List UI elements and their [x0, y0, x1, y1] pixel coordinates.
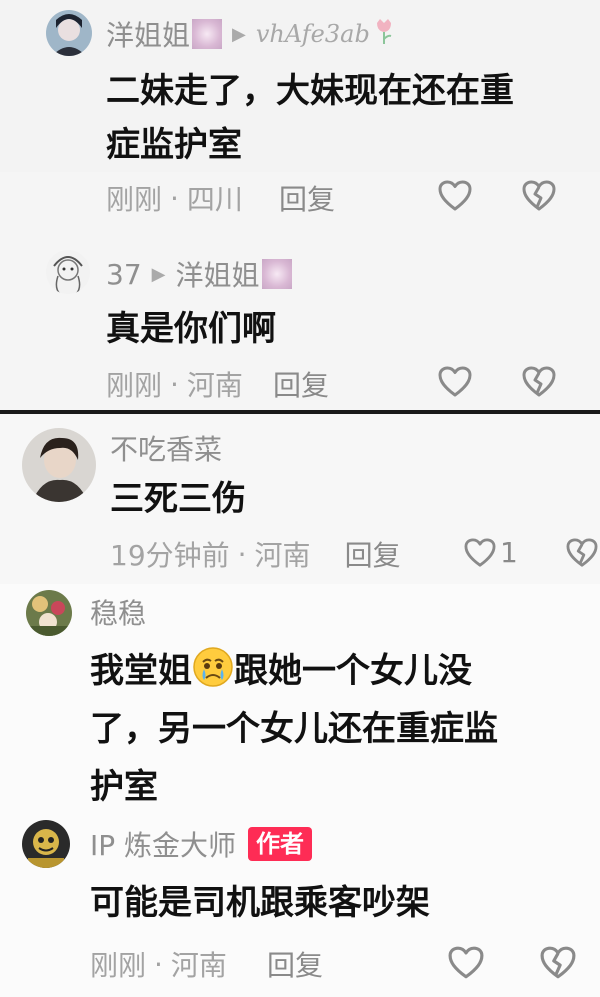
avatar[interactable] — [46, 250, 90, 294]
avatar[interactable] — [46, 10, 92, 56]
timestamp: 刚刚 — [106, 369, 163, 402]
separator-dot: · — [170, 367, 179, 401]
comment-item: 洋姐姐 ▶ vhAfe3ab 二妹走了，大妹现在还在重 症监护室 刚刚 · 四川… — [0, 0, 600, 216]
comment-meta: 19分钟前 · 河南 回复 — [110, 534, 401, 574]
comment-text: 我堂姐 跟她一个女儿没 了，另一个女儿还在重症监 护室 — [90, 642, 570, 816]
reply-button[interactable]: 回复 — [345, 534, 401, 574]
name-decoration-image — [192, 19, 223, 49]
top-screenshot-section: 洋姐姐 ▶ vhAfe3ab 二妹走了，大妹现在还在重 症监护室 刚刚 · 四川… — [0, 0, 600, 410]
timestamp: 刚刚 — [90, 949, 147, 982]
location: 河南 — [254, 539, 311, 572]
username-row: 稳稳 — [90, 594, 146, 630]
username[interactable]: 稳稳 — [90, 592, 146, 632]
heart-outline-icon[interactable] — [448, 946, 484, 984]
broken-heart-icon[interactable] — [566, 538, 598, 572]
comment-text-line: 可能是司机跟乘客吵架 — [90, 883, 430, 923]
comment-text: 可能是司机跟乘客吵架 — [90, 876, 570, 930]
comment-item: 37 ▶ 洋姐姐 真是你们啊 刚刚 · 河南 回复 — [0, 240, 600, 410]
tulip-icon — [374, 17, 394, 52]
comment-text-segment: 跟她一个女儿没 — [234, 651, 472, 691]
comment-text: 三死三伤 — [110, 472, 570, 526]
avatar[interactable] — [22, 820, 70, 868]
comment-item: 不吃香菜 三死三伤 19分钟前 · 河南 回复 1 — [0, 414, 600, 584]
comment-text-line: 真是你们啊 — [106, 309, 276, 349]
name-decoration-image — [261, 259, 292, 289]
username-row: 37 ▶ 洋姐姐 — [106, 254, 292, 294]
comment-text-line: 症监护室 — [106, 125, 242, 165]
comment-text-segment: 我堂姐 — [90, 651, 192, 691]
heart-outline-icon[interactable] — [464, 538, 496, 572]
location: 河南 — [170, 949, 227, 982]
timestamp: 刚刚 — [106, 183, 163, 216]
bottom-screenshot-section: 不吃香菜 三死三伤 19分钟前 · 河南 回复 1 稳稳 我堂姐 跟她一个女儿没 — [0, 414, 600, 997]
username-row: 不吃香菜 — [110, 430, 222, 466]
like-count: 1 — [500, 536, 518, 569]
broken-heart-icon[interactable] — [540, 946, 576, 984]
separator-dot: · — [170, 181, 179, 215]
timestamp: 19分钟前 — [110, 539, 230, 572]
comment-meta: 刚刚 · 河南 回复 — [106, 364, 329, 404]
username[interactable]: 37 — [106, 258, 142, 291]
avatar[interactable] — [26, 590, 72, 636]
comment-text-line: 护室 — [90, 767, 158, 807]
comment-text-line: 三死三伤 — [110, 479, 246, 519]
heart-outline-icon[interactable] — [438, 366, 472, 402]
location: 河南 — [186, 369, 243, 402]
separator-dot: · — [154, 947, 163, 981]
comment-text-line: 二妹走了，大妹现在还在重 — [106, 71, 514, 111]
username-row: IP 炼金大师 作者 — [90, 824, 313, 864]
separator-dot: · — [237, 537, 247, 571]
reply-target-username[interactable]: 洋姐姐 — [175, 254, 259, 294]
broken-heart-icon[interactable] — [522, 180, 556, 216]
location: 四川 — [186, 183, 243, 216]
comment-text-line: 了，另一个女儿还在重症监 — [90, 709, 498, 749]
comment-item: 稳稳 我堂姐 跟她一个女儿没 了，另一个女儿还在重症监 护室 — [0, 586, 600, 816]
avatar[interactable] — [22, 428, 96, 502]
comment-item: IP 炼金大师 作者 可能是司机跟乘客吵架 刚刚 · 河南 回复 — [0, 816, 600, 997]
comment-text: 二妹走了，大妹现在还在重 症监护室 — [106, 64, 566, 172]
comment-text: 真是你们啊 — [106, 302, 566, 356]
reply-target-username[interactable]: vhAfe3ab — [256, 20, 370, 48]
username-row: 洋姐姐 ▶ vhAfe3ab — [106, 14, 394, 54]
heart-outline-icon[interactable] — [438, 180, 472, 216]
reply-button[interactable]: 回复 — [267, 944, 323, 984]
broken-heart-icon[interactable] — [522, 366, 556, 402]
username[interactable]: 洋姐姐 — [106, 14, 190, 54]
comment-text-line: 我堂姐 跟她一个女儿没 — [90, 642, 570, 700]
reply-button[interactable]: 回复 — [279, 178, 335, 218]
triangle-right-icon: ▶ — [151, 263, 166, 285]
comment-meta: 刚刚 · 四川 回复 — [106, 178, 335, 218]
username[interactable]: IP 炼金大师 — [90, 824, 236, 864]
crying-face-emoji — [192, 646, 234, 688]
comment-meta: 刚刚 · 河南 回复 — [90, 944, 323, 984]
reply-button[interactable]: 回复 — [273, 364, 329, 404]
triangle-right-icon: ▶ — [232, 23, 246, 45]
author-badge: 作者 — [248, 827, 313, 861]
username[interactable]: 不吃香菜 — [110, 428, 222, 468]
